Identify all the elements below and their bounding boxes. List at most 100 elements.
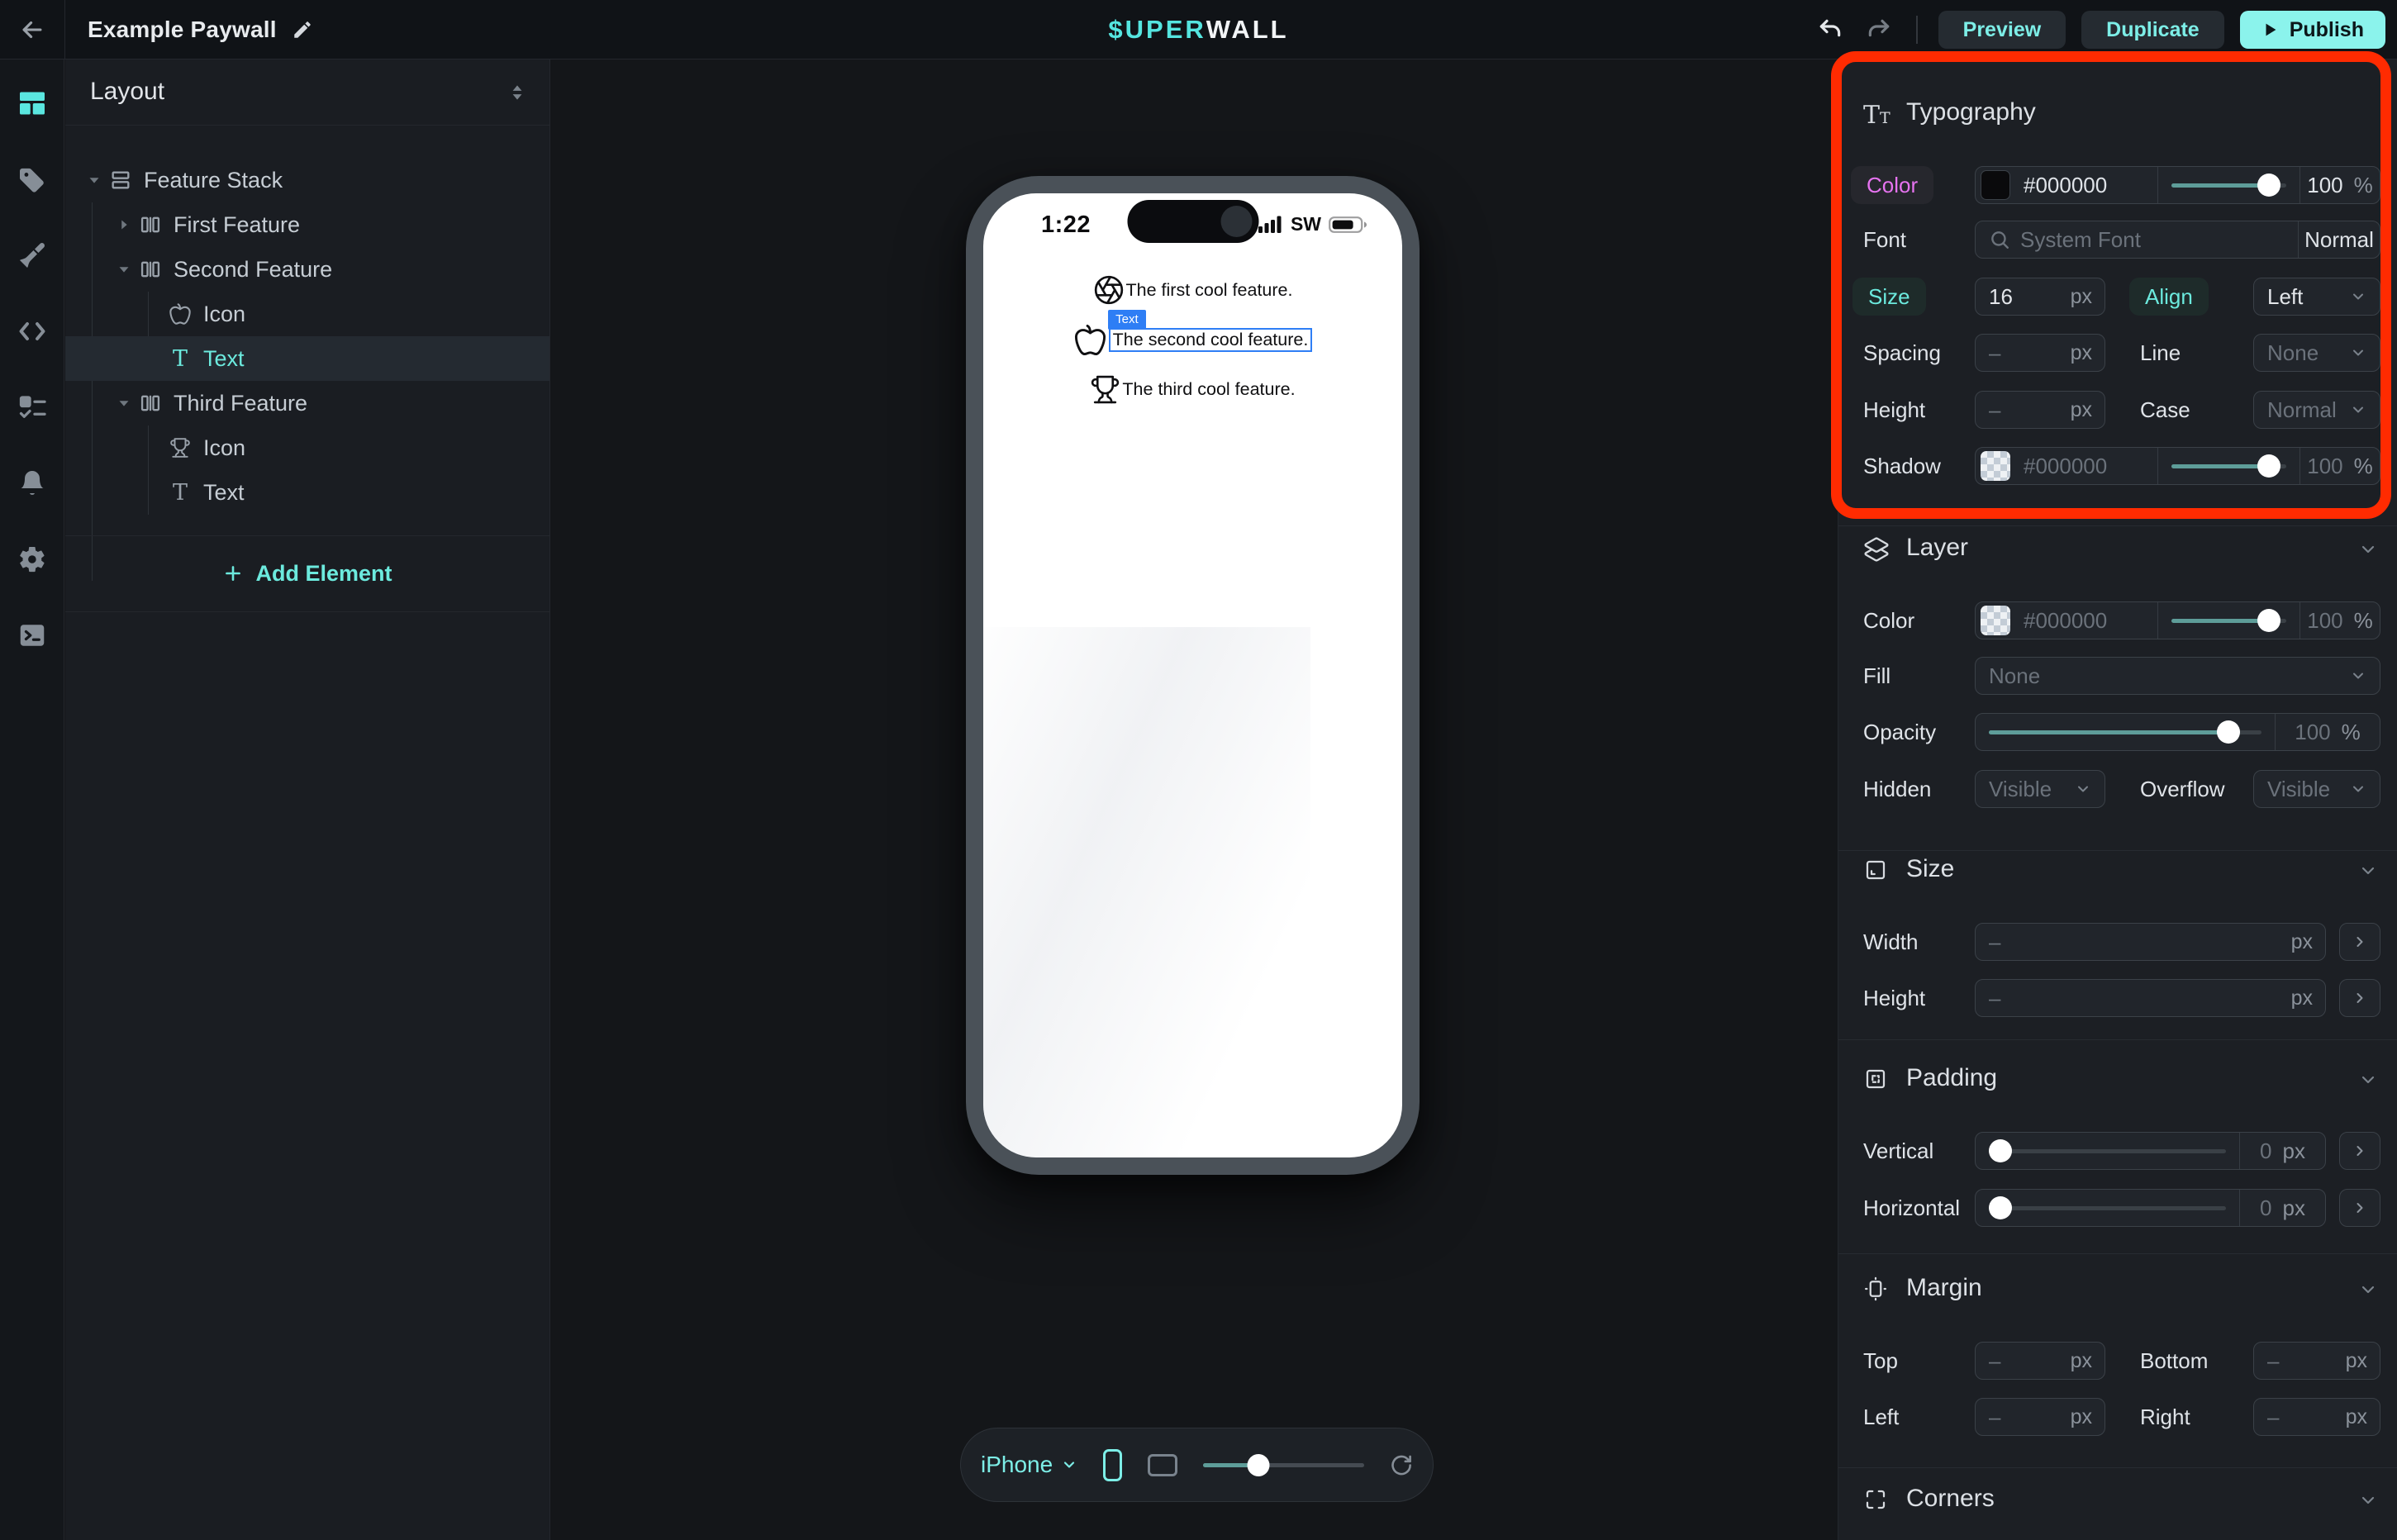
text-color-opacity-slider[interactable] [2157, 167, 2300, 203]
typography-size-row: Size 16 px Align Left [1838, 278, 2397, 316]
duplicate-button[interactable]: Duplicate [2081, 11, 2224, 49]
preview-button[interactable]: Preview [1938, 11, 2066, 49]
font-weight-select[interactable]: Normal [2298, 221, 2380, 258]
undo-button[interactable] [1814, 13, 1847, 46]
margin-left-input[interactable]: – px [1975, 1398, 2105, 1436]
slider-thumb[interactable] [2257, 609, 2280, 632]
text-color-swatch-field[interactable]: #000000 [1976, 167, 2157, 203]
rail-item-theme[interactable] [17, 240, 47, 270]
shadow-opacity-value[interactable]: 100% [2300, 448, 2380, 484]
opacity-value[interactable]: 100% [2275, 714, 2380, 750]
zoom-slider[interactable] [1203, 1453, 1363, 1476]
feature-text: The first cool feature. [1126, 280, 1293, 301]
tree-item-icon[interactable]: Icon [65, 292, 549, 336]
collapse-chevron-icon[interactable] [2358, 861, 2378, 885]
rail-item-notifications[interactable] [17, 468, 47, 498]
tree-item-icon[interactable]: Icon [65, 425, 549, 470]
paintbrush-icon [17, 240, 47, 270]
add-element-button[interactable]: Add Element [65, 554, 549, 592]
width-input[interactable]: – px [1975, 923, 2326, 961]
caret-down-icon[interactable] [112, 394, 136, 412]
caret-right-icon[interactable] [112, 216, 136, 234]
tree-item-text[interactable]: T Text [65, 470, 549, 515]
tree-item-first-feature[interactable]: First Feature [65, 202, 549, 247]
slider-thumb[interactable] [2257, 454, 2280, 478]
padding-horizontal-slider[interactable] [1976, 1190, 2239, 1226]
align-select[interactable]: Left [2253, 278, 2380, 316]
shadow-color-field[interactable]: #000000 [1976, 448, 2157, 484]
tree-item-third-feature[interactable]: Third Feature [65, 381, 549, 425]
zoom-slider-thumb[interactable] [1247, 1454, 1269, 1476]
typography-color-row: Color #000000 100% [1838, 166, 2397, 204]
tree-item-text-selected[interactable]: T Text [65, 336, 549, 381]
refresh-icon[interactable] [1390, 1452, 1413, 1478]
canvas[interactable]: 1:22 SW The first cool feature. Text The… [551, 59, 1838, 1540]
collapse-chevron-icon[interactable] [2358, 1490, 2378, 1514]
font-search-field[interactable]: System Font [1976, 221, 2298, 258]
opacity-slider[interactable] [1976, 714, 2275, 750]
line-height-input[interactable]: – px [1975, 391, 2105, 429]
rail-item-tasks[interactable] [17, 392, 47, 422]
font-size-input[interactable]: 16 px [1975, 278, 2105, 316]
layer-color-opacity-value[interactable]: 100% [2300, 602, 2380, 639]
slider-thumb[interactable] [2217, 720, 2240, 744]
height-expand-button[interactable] [2339, 979, 2380, 1017]
text-icon: T [173, 346, 188, 372]
color-property-chip[interactable]: Color [1851, 166, 1933, 204]
publish-button[interactable]: Publish [2240, 11, 2385, 49]
line-select[interactable]: None [2253, 334, 2380, 372]
width-expand-button[interactable] [2339, 923, 2380, 961]
sort-arrows-icon[interactable] [507, 81, 528, 108]
rail-item-code[interactable] [17, 316, 47, 346]
slider-thumb[interactable] [1989, 1139, 2012, 1162]
redo-button[interactable] [1862, 13, 1895, 46]
color-swatch[interactable] [1981, 170, 2010, 200]
case-select[interactable]: Normal [2253, 391, 2380, 429]
align-property-chip[interactable]: Align [2129, 278, 2209, 316]
rail-item-layout[interactable] [17, 88, 47, 118]
hidden-select[interactable]: Visible [1975, 770, 2105, 808]
edit-title-button[interactable] [292, 19, 313, 40]
padding-vertical-expand-button[interactable] [2339, 1132, 2380, 1170]
collapse-chevron-icon[interactable] [2358, 1070, 2378, 1094]
caret-down-icon[interactable] [112, 260, 136, 278]
fill-select[interactable]: None [1975, 657, 2380, 695]
slider-thumb[interactable] [1989, 1196, 2012, 1219]
transparent-swatch[interactable] [1981, 451, 2010, 481]
feature-row[interactable]: Text The second cool feature. [1073, 323, 1313, 357]
shadow-opacity-slider[interactable] [2157, 448, 2300, 484]
caret-down-icon[interactable] [82, 171, 107, 189]
rail-item-settings[interactable] [17, 544, 47, 574]
margin-top-input[interactable]: – px [1975, 1342, 2105, 1380]
size-property-chip[interactable]: Size [1852, 278, 1926, 316]
slider-thumb[interactable] [2257, 173, 2280, 197]
padding-horizontal-expand-button[interactable] [2339, 1189, 2380, 1227]
layer-color-field[interactable]: #000000 [1976, 602, 2157, 639]
selected-text-element[interactable]: Text The second cool feature. [1109, 328, 1313, 352]
overflow-select[interactable]: Visible [2253, 770, 2380, 808]
divider [65, 535, 549, 536]
feature-row[interactable]: The third cool feature. [1090, 374, 1295, 405]
layer-color-opacity-slider[interactable] [2157, 602, 2300, 639]
letter-spacing-input[interactable]: – px [1975, 334, 2105, 372]
collapse-chevron-icon[interactable] [2358, 539, 2378, 563]
portrait-toggle[interactable] [1103, 1449, 1122, 1481]
collapse-chevron-icon[interactable] [2358, 1280, 2378, 1304]
margin-right-input[interactable]: – px [2253, 1398, 2380, 1436]
rail-item-console[interactable] [17, 620, 47, 650]
transparent-swatch[interactable] [1981, 606, 2010, 635]
padding-vertical-slider[interactable] [1976, 1133, 2239, 1169]
height-input[interactable]: – px [1975, 979, 2326, 1017]
tree-item-feature-stack[interactable]: Feature Stack [65, 158, 549, 202]
margin-bottom-input[interactable]: – px [2253, 1342, 2380, 1380]
text-color-opacity-value[interactable]: 100% [2300, 167, 2380, 203]
rail-item-products[interactable] [17, 164, 47, 194]
feature-row[interactable]: The first cool feature. [1093, 274, 1293, 306]
phone-screen[interactable]: 1:22 SW The first cool feature. Text The… [983, 193, 1402, 1157]
device-select[interactable]: iPhone [981, 1452, 1077, 1478]
tree-item-second-feature[interactable]: Second Feature [65, 247, 549, 292]
landscape-toggle[interactable] [1148, 1454, 1177, 1476]
padding-horizontal-value[interactable]: 0px [2239, 1190, 2325, 1226]
padding-vertical-value[interactable]: 0px [2239, 1133, 2325, 1169]
back-button[interactable] [0, 0, 64, 59]
